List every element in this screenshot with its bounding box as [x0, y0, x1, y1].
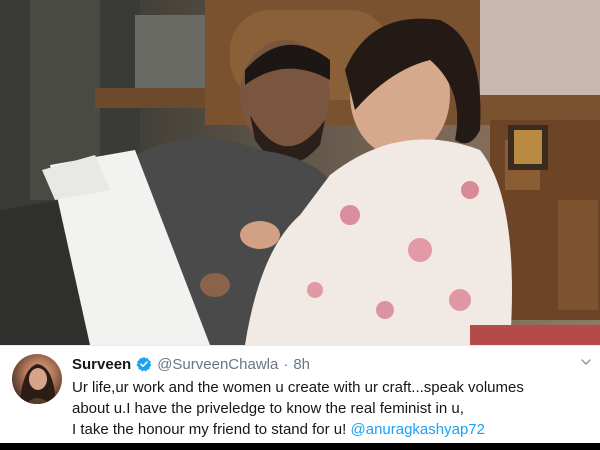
tweet-text-line: about u.I have the priveledge to know th…: [72, 400, 464, 417]
tweet-timestamp[interactable]: 8h: [293, 356, 310, 373]
tweet-text-line: I take the honour my friend to stand for…: [72, 419, 592, 440]
tweet-text-fragment: I take the honour my friend to stand for…: [72, 421, 351, 438]
tweet-photo: [0, 0, 600, 345]
tweet-screenshot: Surveen @SurveenChawla · 8h Ur life,ur w…: [0, 0, 600, 450]
tweet-header: Surveen @SurveenChawla · 8h: [72, 354, 310, 374]
tweet-card: Surveen @SurveenChawla · 8h Ur life,ur w…: [0, 345, 600, 444]
verified-icon: [136, 357, 152, 372]
display-name[interactable]: Surveen: [72, 356, 131, 373]
avatar-image: [20, 364, 56, 404]
tweet-text: Ur life,ur work and the women u create w…: [72, 377, 592, 440]
mention-link[interactable]: @anuragkashyap72: [351, 421, 486, 438]
tweet-text-line: Ur life,ur work and the women u create w…: [72, 379, 524, 396]
bottom-border: [0, 443, 600, 450]
separator-dot: ·: [283, 355, 289, 373]
photo-illustration: [0, 0, 600, 345]
avatar[interactable]: [12, 354, 62, 404]
chevron-down-icon[interactable]: [580, 356, 592, 368]
user-handle[interactable]: @SurveenChawla: [157, 356, 278, 373]
